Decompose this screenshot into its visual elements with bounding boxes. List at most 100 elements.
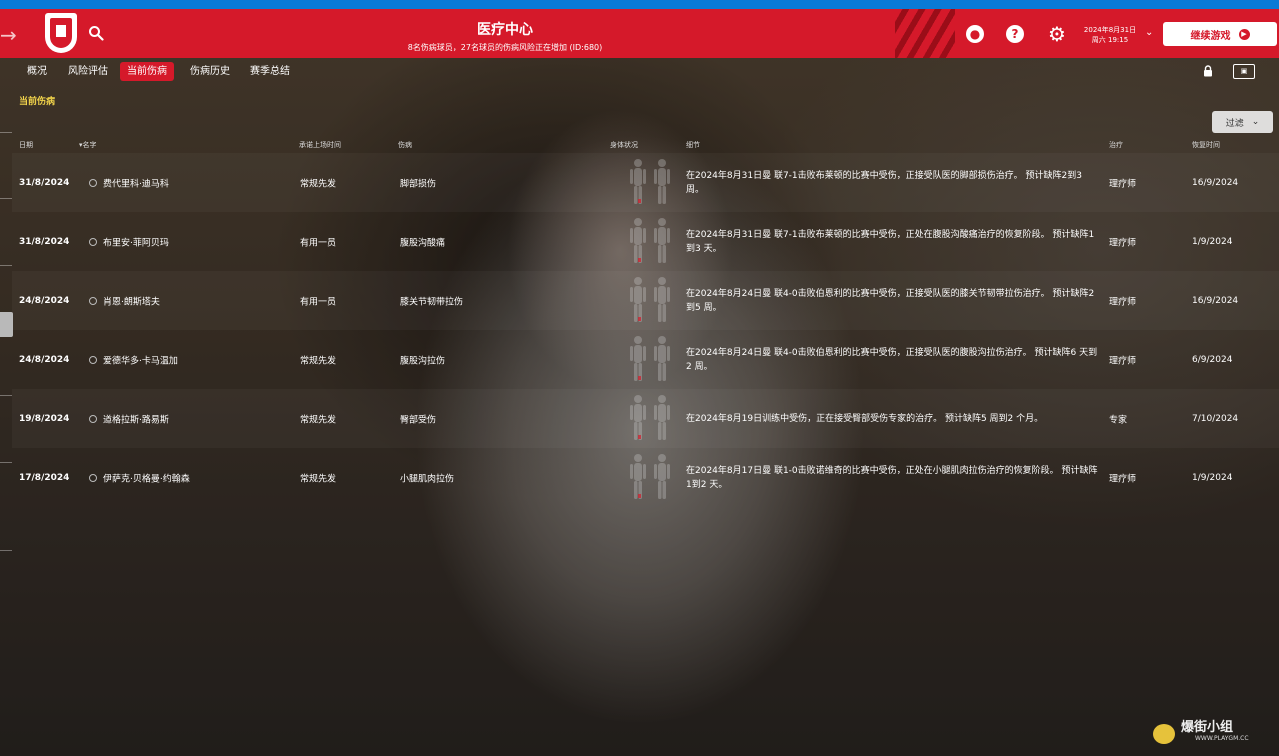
return-date: 1/9/2024 [1192, 472, 1233, 483]
return-date: 6/9/2024 [1192, 354, 1233, 365]
injury-date: 31/8/2024 [19, 236, 70, 247]
player-name[interactable]: 费代里科·迪马科 [103, 176, 169, 189]
player-name[interactable]: 爱德华多·卡马温加 [103, 353, 178, 366]
filter-button[interactable]: 过滤 ⌄ [1212, 111, 1273, 133]
table-row[interactable]: 31/8/2024 布里安·菲阿贝玛 有用一员 腹股沟酸痛 在2024年8月31日曼 联… [12, 212, 1279, 271]
player-name[interactable]: 伊萨克·贝格曼·约翰森 [103, 471, 190, 484]
treatment-staff: 理疗师 [1109, 238, 1137, 248]
injury-detail: 在2024年8月31日曼 联7-1击败布莱顿的比赛中受伤，正接受队医的脚部损伤治… [686, 170, 1082, 195]
person-icon [89, 178, 97, 187]
side-divider [0, 198, 12, 199]
continue-game-button[interactable]: 继续游戏 ▶ [1163, 22, 1277, 46]
treatment-staff: 理疗师 [1109, 179, 1137, 189]
treatment-staff: 理疗师 [1109, 474, 1137, 484]
back-arrow-icon[interactable]: → [0, 23, 18, 47]
watermark-url: WWW.PLAYGM.CC [1195, 735, 1249, 742]
treatment-staff: 专家 [1109, 415, 1128, 425]
title-block: 医疗中心 8名伤病球员，27名球员的伤病风险正在增加 (ID:680) [340, 19, 670, 53]
body-status-icon[interactable] [624, 157, 676, 207]
play-icon: ▶ [1238, 28, 1250, 40]
watermark: 爆街小组 WWW.PLAYGM.CC [1155, 716, 1249, 742]
player-priority: 常规先发 [300, 474, 337, 484]
injury-detail: 在2024年8月17日曼 联1-0击败诺维奇的比赛中受伤，正处在小腿肌肉拉伤治疗… [686, 465, 1098, 490]
body-status-icon[interactable] [624, 275, 676, 325]
football-icon[interactable]: ● [966, 25, 984, 43]
injury-detail: 在2024年8月24日曼 联4-0击败伯恩利的比赛中受伤，正接受队医的膝关节韧带… [686, 288, 1095, 313]
view-mode-icon[interactable]: ▣ [1233, 64, 1255, 79]
game-time: 周六 19:15 [1091, 36, 1129, 44]
table-row[interactable]: 31/8/2024 费代里科·迪马科 常规先发 脚部损伤 在2024年8月31日曼 联7… [12, 153, 1279, 212]
continue-game-label: 继续游戏 [1190, 30, 1231, 42]
injury-date: 31/8/2024 [19, 177, 70, 188]
gear-icon[interactable]: ⚙ [1048, 24, 1066, 44]
injury-date: 24/8/2024 [19, 354, 70, 365]
side-divider [0, 265, 12, 266]
column-header-return[interactable]: 恢复时间 [1192, 140, 1220, 150]
watermark-text: 爆街小组 [1181, 720, 1234, 735]
lock-icon[interactable] [1203, 65, 1213, 77]
help-icon[interactable]: ? [1006, 25, 1024, 43]
game-date: 2024年8月31日 [1083, 26, 1137, 34]
return-date: 16/9/2024 [1192, 177, 1239, 188]
injury-date: 17/8/2024 [19, 472, 70, 483]
player-name[interactable]: 布里安·菲阿贝玛 [103, 235, 169, 248]
person-icon [89, 296, 97, 305]
table-row[interactable]: 24/8/2024 爱德华多·卡马温加 常规先发 腹股沟拉伤 在2024年8月24日曼 … [12, 330, 1279, 389]
page-subtitle: 8名伤病球员，27名球员的伤病风险正在增加 (ID:680) [407, 43, 603, 52]
person-icon [89, 473, 97, 482]
injury-detail: 在2024年8月31日曼 联7-1击败布莱顿的比赛中受伤，正处在腹股沟酸痛治疗的… [686, 229, 1095, 254]
treatment-staff: 理疗师 [1109, 297, 1137, 307]
column-header-date[interactable]: 日期 [19, 140, 33, 150]
column-header-body[interactable]: 身体状况 [610, 140, 638, 150]
player-priority: 常规先发 [300, 356, 337, 366]
column-header-priority[interactable]: 承诺上场时间 [299, 140, 341, 150]
page-title: 医疗中心 [477, 22, 533, 38]
tab-overview[interactable]: 概况 [20, 62, 54, 81]
chevron-down-icon: ⌄ [1251, 117, 1260, 127]
column-header-name-label: 名字 [82, 141, 97, 149]
window-top-bar [0, 0, 1279, 9]
column-header-detail[interactable]: 细节 [686, 140, 700, 150]
player-name[interactable]: 肖恩·朗斯塔夫 [103, 294, 160, 307]
table-row[interactable]: 17/8/2024 伊萨克·贝格曼·约翰森 常规先发 小腿肌肉拉伤 在2024年8月17… [12, 448, 1279, 507]
side-divider [0, 550, 12, 551]
person-icon [89, 414, 97, 423]
return-date: 7/10/2024 [1192, 413, 1239, 424]
body-status-icon[interactable] [624, 216, 676, 266]
column-header-injury[interactable]: 伤病 [398, 140, 412, 150]
chevron-down-icon[interactable]: ⌄ [1145, 27, 1153, 38]
injury-type: 臀部受伤 [400, 415, 437, 425]
person-icon [89, 237, 97, 246]
column-header-treatment[interactable]: 治疗 [1109, 140, 1123, 150]
return-date: 16/9/2024 [1192, 295, 1239, 306]
player-priority: 有用一员 [300, 297, 337, 307]
tab-current-injuries[interactable]: 当前伤病 [120, 62, 174, 81]
injury-type: 腹股沟酸痛 [400, 238, 446, 248]
body-status-icon[interactable] [624, 393, 676, 443]
tab-risk-assessment[interactable]: 风险评估 [61, 62, 115, 81]
club-crest-icon[interactable] [45, 13, 77, 53]
return-date: 1/9/2024 [1192, 236, 1233, 247]
player-name[interactable]: 道格拉斯·路易斯 [103, 412, 169, 425]
table-row[interactable]: 24/8/2024 肖恩·朗斯塔夫 有用一员 膝关节韧带拉伤 在2024年8月24日曼 … [12, 271, 1279, 330]
column-header-name[interactable]: ▾名字 [79, 140, 97, 150]
game-datetime[interactable]: 2024年8月31日 周六 19:15 [1082, 25, 1138, 45]
table-row[interactable]: 19/8/2024 道格拉斯·路易斯 常规先发 臀部受伤 在2024年8月19日训练中受… [12, 389, 1279, 448]
player-priority: 常规先发 [300, 179, 337, 189]
injury-type: 小腿肌肉拉伤 [400, 474, 455, 484]
injury-type: 腹股沟拉伤 [400, 356, 446, 366]
search-icon[interactable] [88, 25, 104, 41]
player-priority: 有用一员 [300, 238, 337, 248]
sub-navigation: 概况 风险评估 当前伤病 伤病历史 赛季总结 ▣ [0, 58, 1279, 85]
tab-season-summary[interactable]: 赛季总结 [243, 62, 297, 81]
injury-type: 脚部损伤 [400, 179, 437, 189]
treatment-staff: 理疗师 [1109, 356, 1137, 366]
filter-label: 过滤 [1225, 118, 1244, 129]
body-status-icon[interactable] [624, 452, 676, 502]
tab-injury-history[interactable]: 伤病历史 [183, 62, 237, 81]
body-status-icon[interactable] [624, 334, 676, 384]
player-priority: 常规先发 [300, 415, 337, 425]
side-divider [0, 395, 12, 396]
side-divider [0, 132, 12, 133]
injury-detail: 在2024年8月24日曼 联4-0击败伯恩利的比赛中受伤，正接受队医的腹股沟拉伤… [686, 347, 1098, 372]
